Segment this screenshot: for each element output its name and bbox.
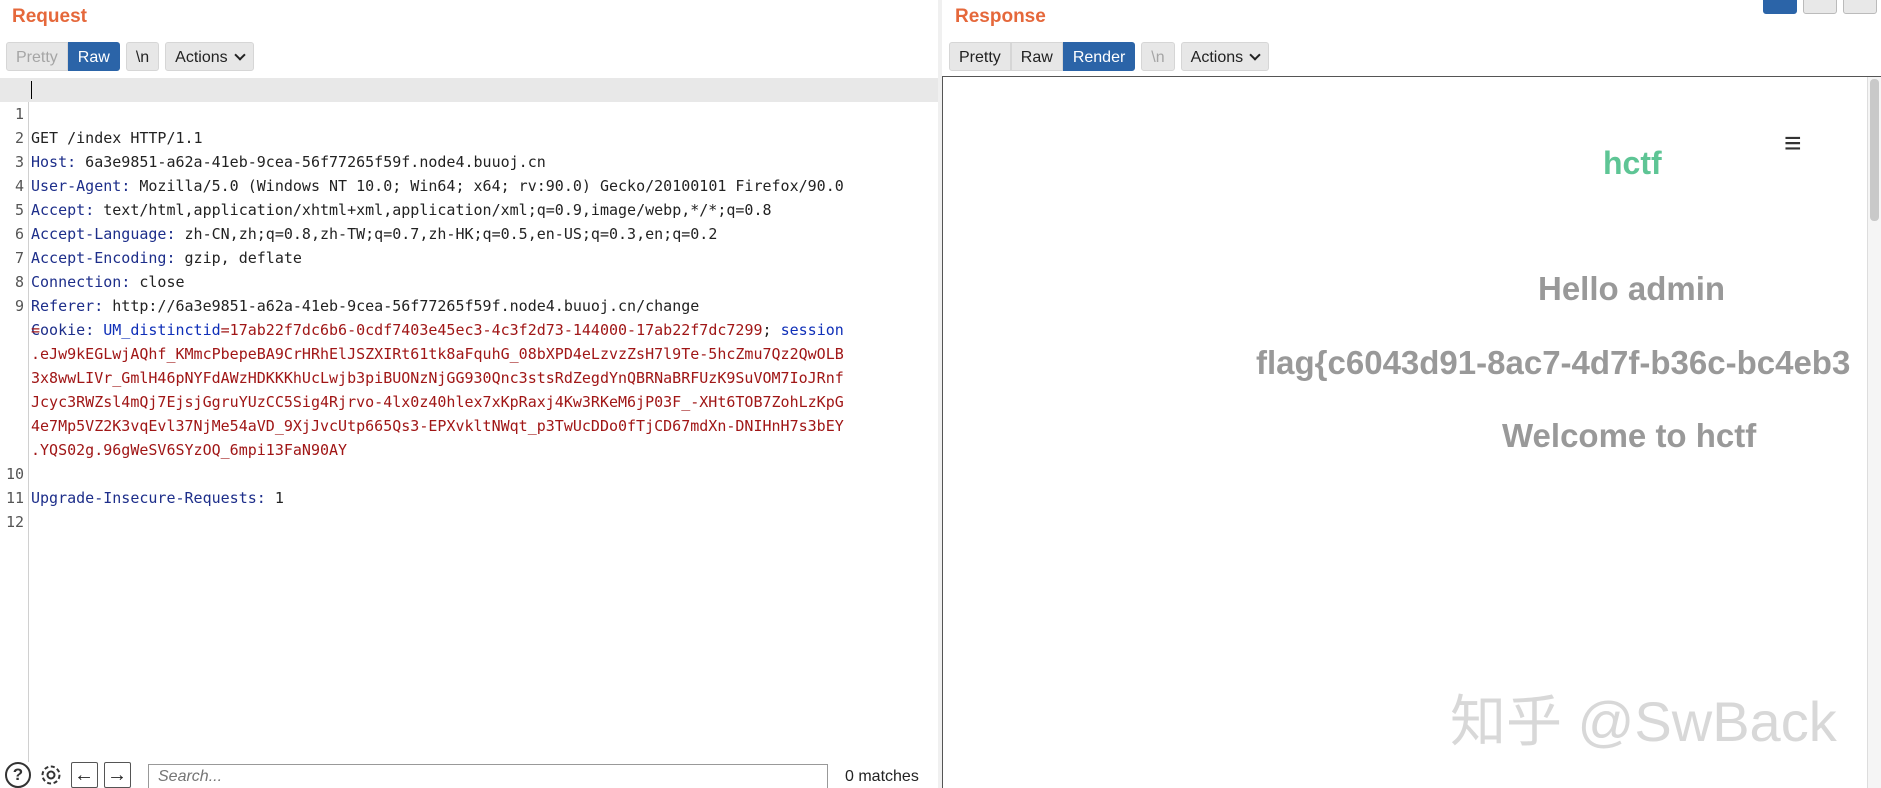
response-actions-menu[interactable]: Actions <box>1180 42 1270 71</box>
request-actions-menu[interactable]: Actions <box>165 42 254 71</box>
request-actions-label: Actions <box>175 49 228 66</box>
response-title: Response <box>955 6 1046 27</box>
scrollbar-thumb[interactable] <box>1870 79 1879 221</box>
match-count: 0 matches <box>845 768 919 785</box>
arrow-left-icon: ← <box>70 762 98 788</box>
code-line: 12 <box>0 486 938 531</box>
burp-repeater: Request Pretty Raw \n Actions 1 GET /ind… <box>0 0 1881 788</box>
code-line: .eJw9kEGLwjAQhf_KMmcPbepeBA9CrHRhElJSZXI… <box>0 318 938 363</box>
response-newline-toggle[interactable]: \n <box>1141 42 1175 71</box>
code-line: 8 Referer: http://6a3e9851-a62a-41eb-9ce… <box>0 246 938 315</box>
arrow-right-icon: → <box>103 762 131 788</box>
text-cursor <box>31 81 32 99</box>
flag-text: flag{c6043d91-8ac7-4d7f-b36c-bc4eb3 <box>1256 344 1851 381</box>
request-editor[interactable]: 1 GET /index HTTP/1.1 2 Host: 6a3e9851-a… <box>0 78 940 762</box>
code-line: = <box>0 294 938 339</box>
next-match-button[interactable]: → <box>102 762 132 788</box>
request-newline-toggle[interactable]: \n <box>125 42 160 71</box>
watermark: 知乎 @SwBack <box>1450 690 1837 753</box>
site-logo[interactable]: hctf <box>1603 145 1662 182</box>
code-line: 7 Connection: close <box>0 222 938 291</box>
request-title: Request <box>12 6 87 27</box>
code-line: 6 Accept-Encoding: gzip, deflate <box>0 198 938 267</box>
code-line: 4e7Mp5VZ2K3vqEvl37NjMe54aVD_9XjJvcUtp665… <box>0 390 938 435</box>
help-button[interactable]: ? <box>3 762 33 788</box>
gear-icon <box>41 765 61 785</box>
line-number: 12 <box>5 513 24 531</box>
request-tab-raw[interactable]: Raw <box>67 42 120 71</box>
layout-stacked-icon[interactable] <box>1803 0 1837 14</box>
response-actions-label: Actions <box>1190 49 1244 66</box>
previous-match-button[interactable]: ← <box>69 762 99 788</box>
response-tab-render[interactable]: Render <box>1062 42 1136 71</box>
code-line: 11 <box>0 462 938 507</box>
code-line: 4 Accept: text/html,application/xhtml+xm… <box>0 150 938 219</box>
code-line: 3 User-Agent: Mozilla/5.0 (Windows NT 10… <box>0 126 938 195</box>
greeting-heading: Hello admin <box>1538 270 1726 307</box>
search-input[interactable] <box>148 764 828 788</box>
code-line: 5 Accept-Language: zh-CN,zh;q=0.8,zh-TW;… <box>0 174 938 243</box>
rendered-page: hctf ≡ Hello admin flag{c6043d91-8ac7-4d… <box>942 76 1881 788</box>
help-icon: ? <box>5 762 31 788</box>
code-line: Jcyc3RWZsl4mQj7EjsjGgruYUzCC5Sig4Rjrvo-4… <box>0 366 938 411</box>
request-pane: Request Pretty Raw \n Actions 1 GET /ind… <box>0 0 940 788</box>
chevron-down-icon <box>233 49 246 61</box>
code-line: .YQS02g.96gWeSV6SYzOQ_6mpi13FaN90AY <box>0 414 938 459</box>
chevron-down-icon <box>1249 49 1261 61</box>
welcome-heading: Welcome to hctf <box>1502 417 1757 454</box>
hamburger-menu-icon[interactable]: ≡ <box>1784 129 1802 159</box>
code-line: 9 Cookie: UM_distinctid=17ab22f7dc6b6-0c… <box>0 270 938 339</box>
response-tab-pretty[interactable]: Pretty <box>949 42 1011 71</box>
code-line: 10 Upgrade-Insecure-Requests: 1 <box>0 438 938 507</box>
layout-switcher <box>1763 0 1877 14</box>
response-pane: Response Pretty Raw Render \n Actions hc… <box>942 0 1881 788</box>
request-tab-pretty[interactable]: Pretty <box>6 42 68 71</box>
search-bar: ? ← → 0 matches <box>0 762 940 788</box>
request-toolbar: Pretty Raw \n Actions <box>6 42 254 71</box>
response-tab-raw[interactable]: Raw <box>1010 42 1063 71</box>
layout-tabs-icon[interactable] <box>1843 0 1877 14</box>
vertical-scrollbar[interactable] <box>1867 77 1881 788</box>
code-line: 1 GET /index HTTP/1.1 <box>0 78 938 147</box>
code-line: 2 Host: 6a3e9851-a62a-41eb-9cea-56f77265… <box>0 102 938 171</box>
response-toolbar: Pretty Raw Render \n Actions <box>949 42 1270 71</box>
code-line: 3x8wwLIVr_GmlH46pNYFdAWzHDKKKhUcLwjb3piB… <box>0 342 938 387</box>
layout-side-by-side-icon[interactable] <box>1763 0 1797 14</box>
settings-button[interactable] <box>36 762 66 788</box>
